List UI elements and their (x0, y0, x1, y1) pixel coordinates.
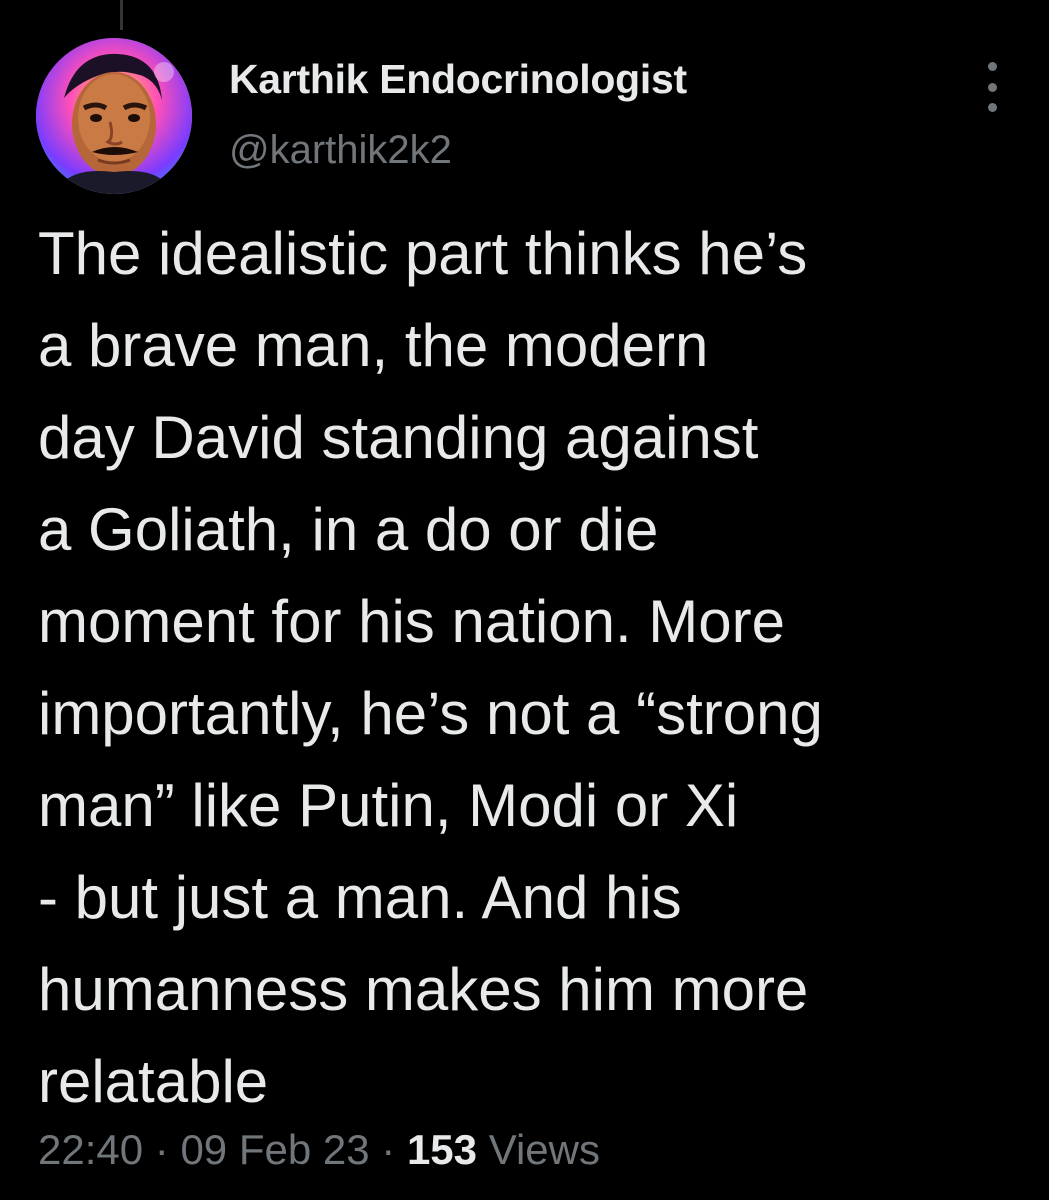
tweet-text: The idealistic part thinks he’s a brave … (38, 208, 1028, 1128)
more-vertical-icon (987, 62, 997, 71)
tweet: Karthik Endocrinologist @karthik2k2 The … (0, 0, 1049, 1200)
author-name[interactable]: Karthik Endocrinologist (229, 56, 687, 103)
tweet-text-line: a brave man, the modern (38, 312, 709, 379)
views-label[interactable]: Views (489, 1126, 600, 1173)
more-vertical-icon-dot (987, 82, 997, 92)
meta-separator: · (381, 1126, 396, 1173)
tweet-text-line: humanness makes him more (38, 956, 809, 1023)
avatar-image (36, 38, 192, 194)
tweet-text-line: relatable (38, 1048, 269, 1115)
more-vertical-icon-dot (987, 103, 997, 112)
more-options-button[interactable] (975, 62, 1009, 112)
avatar[interactable] (36, 38, 192, 194)
tweet-text-line: importantly, he’s not a “strong (38, 680, 823, 747)
author-handle[interactable]: @karthik2k2 (229, 128, 452, 173)
tweet-text-line: moment for his nation. More (38, 588, 785, 655)
views-count[interactable]: 153 (407, 1126, 477, 1173)
tweet-metadata: 22:40 · 09 Feb 23 · 153 Views (38, 1126, 600, 1174)
tweet-text-line: The idealistic part thinks he’s (38, 220, 808, 287)
tweet-text-line: man” like Putin, Modi or Xi (38, 772, 739, 839)
tweet-text-line: day David standing against (38, 404, 759, 471)
tweet-text-line: a Goliath, in a do or die (38, 496, 659, 563)
meta-separator: · (154, 1126, 169, 1173)
tweet-date[interactable]: 09 Feb 23 (180, 1126, 369, 1173)
tweet-time[interactable]: 22:40 (38, 1126, 143, 1173)
tweet-text-line: - but just a man. And his (38, 864, 682, 931)
